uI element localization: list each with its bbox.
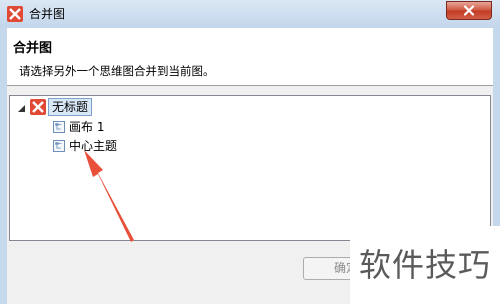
mindmap-icon [30, 99, 46, 115]
sheet-icon [53, 121, 65, 133]
tree-node-root[interactable]: 无标题 [48, 98, 93, 116]
tree-node-canvas[interactable]: 画布 1 [69, 119, 104, 135]
close-button[interactable] [446, 1, 492, 20]
close-icon [463, 5, 475, 16]
window-title: 合并图 [29, 7, 66, 21]
mindmap-tree[interactable]: 无标题 画布 1 中心主题 [9, 95, 491, 241]
dialog-header: 合并图 请选择另外一个思维图合并到当前图。 [7, 28, 493, 86]
expand-triangle-icon[interactable] [18, 105, 25, 112]
dialog-heading: 合并图 [13, 41, 53, 56]
watermark: 软件技巧 [350, 226, 500, 304]
app-logo-icon [7, 6, 23, 22]
window-titlebar[interactable]: 合并图 [0, 0, 500, 28]
dialog-description: 请选择另外一个思维图合并到当前图。 [19, 64, 215, 78]
tree-node-central-topic[interactable]: 中心主题 [69, 138, 117, 154]
sheet-icon [53, 140, 65, 152]
window-frame-left [0, 28, 7, 304]
